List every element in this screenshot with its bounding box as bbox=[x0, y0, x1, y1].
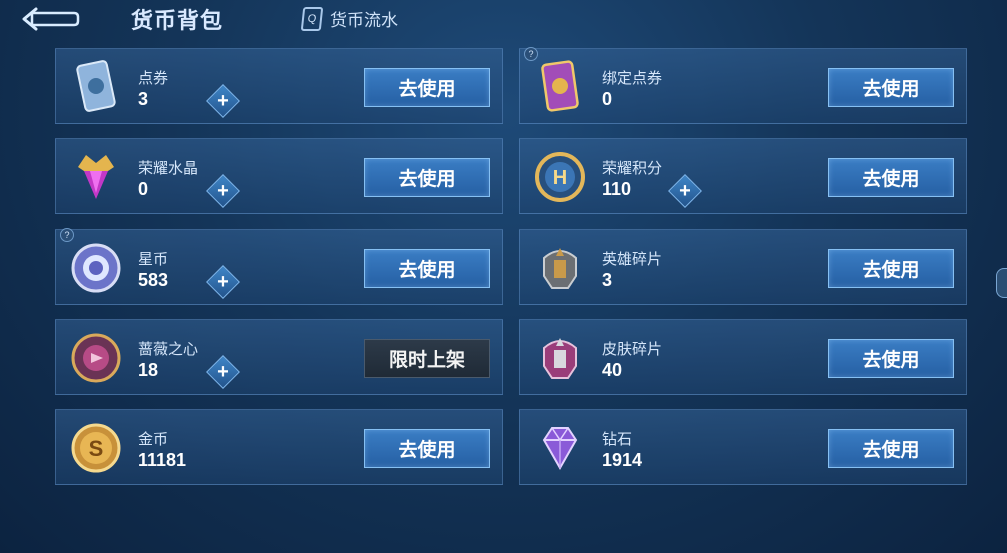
currency-card-hero-fragment: 英雄碎片 3 去使用 bbox=[519, 229, 967, 305]
currency-name: 荣耀积分 bbox=[602, 160, 663, 177]
add-glory-crystal-button[interactable]: + bbox=[206, 174, 240, 208]
currency-amount: 583 bbox=[138, 270, 169, 290]
currency-amount: 40 bbox=[602, 360, 623, 380]
currency-card-glory-crystal: 荣耀水晶 0 + 去使用 bbox=[55, 138, 503, 214]
use-glory-crystal-button[interactable]: 去使用 bbox=[364, 158, 490, 197]
use-skin-fragment-button[interactable]: 去使用 bbox=[828, 339, 954, 378]
diamond-icon bbox=[532, 420, 588, 476]
currency-card-skin-fragment: 皮肤碎片 40 去使用 bbox=[519, 319, 967, 395]
hero-fragment-icon bbox=[532, 240, 588, 296]
use-glory-points-button[interactable]: 去使用 bbox=[828, 158, 954, 197]
star-coin-icon bbox=[68, 240, 124, 296]
currency-flow-link[interactable]: Q 货币流水 bbox=[300, 6, 398, 31]
currency-name: 绑定点券 bbox=[602, 70, 663, 87]
currency-amount: 0 bbox=[138, 179, 149, 199]
use-bound-coupon-button[interactable]: 去使用 bbox=[828, 68, 954, 107]
currency-card-rose-heart: 蔷薇之心 18 + 限时上架 bbox=[55, 319, 503, 395]
page-title: 货币背包 bbox=[131, 8, 224, 33]
currency-amount: 3 bbox=[138, 89, 149, 109]
add-star-coin-button[interactable]: + bbox=[206, 265, 240, 299]
currency-amount: 18 bbox=[138, 360, 159, 380]
svg-text:H: H bbox=[553, 167, 567, 189]
currency-amount: 3 bbox=[602, 270, 613, 290]
bound-coupon-icon bbox=[532, 59, 588, 115]
glory-points-icon: H bbox=[532, 149, 588, 205]
rose-heart-icon bbox=[68, 330, 124, 386]
svg-text:S: S bbox=[89, 436, 104, 461]
glory-crystal-icon bbox=[68, 149, 124, 205]
use-coupon-button[interactable]: 去使用 bbox=[364, 68, 490, 107]
currency-card-coupon: 点券 3 + 去使用 bbox=[55, 48, 503, 124]
currency-amount: 1914 bbox=[602, 450, 643, 470]
coupon-icon bbox=[68, 59, 124, 115]
currency-name: 钻石 bbox=[602, 431, 633, 448]
currency-amount: 0 bbox=[602, 89, 613, 109]
currency-name: 蔷薇之心 bbox=[138, 341, 199, 358]
back-button[interactable] bbox=[18, 4, 80, 34]
back-arrow-icon bbox=[22, 7, 80, 31]
add-rose-heart-button[interactable]: + bbox=[206, 355, 240, 389]
add-glory-points-button[interactable]: + bbox=[668, 174, 702, 208]
use-hero-fragment-button[interactable]: 去使用 bbox=[828, 249, 954, 288]
limited-time-button[interactable]: 限时上架 bbox=[364, 339, 490, 378]
currency-name: 皮肤碎片 bbox=[602, 341, 663, 358]
currency-card-diamond: 钻石 1914 去使用 bbox=[519, 409, 967, 485]
currency-name: 星币 bbox=[138, 251, 169, 268]
currency-name: 点券 bbox=[138, 70, 169, 87]
side-pull-tab[interactable] bbox=[996, 268, 1007, 298]
use-gold-coin-button[interactable]: 去使用 bbox=[364, 429, 490, 468]
currency-card-star-coin: ? 星币 583 + 去使用 bbox=[55, 228, 503, 305]
use-star-coin-button[interactable]: 去使用 bbox=[364, 249, 490, 288]
add-coupon-button[interactable]: + bbox=[206, 84, 240, 118]
currency-flow-label: 货币流水 bbox=[330, 11, 398, 30]
currency-card-glory-points: H 荣耀积分 110 + 去使用 bbox=[519, 138, 967, 214]
currency-card-bound-coupon: ? 绑定点券 0 去使用 bbox=[519, 47, 967, 124]
currency-name: 金币 bbox=[138, 431, 169, 448]
currency-amount: 11181 bbox=[138, 450, 187, 470]
currency-name: 英雄碎片 bbox=[602, 251, 663, 268]
use-diamond-button[interactable]: 去使用 bbox=[828, 429, 954, 468]
flow-record-icon: Q bbox=[300, 6, 324, 31]
gold-coin-icon: S bbox=[68, 420, 124, 476]
currency-amount: 110 bbox=[602, 179, 632, 199]
currency-card-gold-coin: S 金币 11181 去使用 bbox=[55, 409, 503, 485]
currency-name: 荣耀水晶 bbox=[138, 160, 199, 177]
skin-fragment-icon bbox=[532, 330, 588, 386]
